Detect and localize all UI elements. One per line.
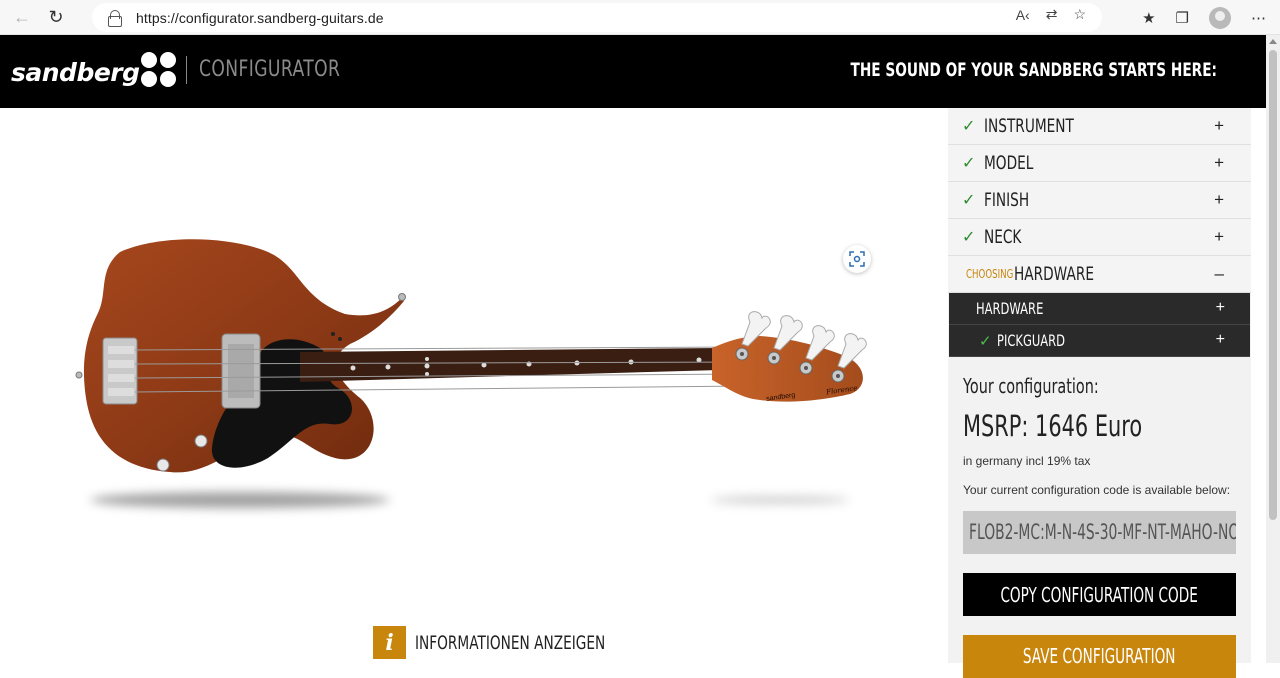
expand-plus-icon[interactable]: + — [1214, 190, 1224, 210]
collections-icon[interactable]: ❐ — [1176, 9, 1189, 27]
check-icon: ✓ — [979, 332, 992, 350]
expand-plus-icon[interactable]: + — [1214, 153, 1224, 173]
show-info-button[interactable]: i INFORMATIONEN ANZEIGEN — [373, 626, 679, 659]
url-text[interactable]: https://configurator.sandberg-guitars.de — [136, 10, 384, 26]
browser-toolbar: ← ↻ https://configurator.sandberg-guitar… — [0, 0, 1280, 35]
check-icon: ✓ — [962, 229, 976, 246]
info-icon[interactable]: i — [373, 626, 406, 659]
favorites-icon[interactable]: ★ — [1142, 9, 1155, 27]
profile-avatar[interactable] — [1209, 6, 1231, 29]
logo-dots-icon[interactable] — [141, 52, 177, 88]
zoom-icon — [849, 251, 865, 267]
read-aloud-icon[interactable]: A‹ — [1016, 7, 1030, 23]
substep-hardware[interactable]: HARDWARE + — [949, 293, 1250, 325]
save-config-button[interactable]: SAVE CONFIGURATION — [963, 635, 1236, 678]
logo-wordmark[interactable]: sandberg — [11, 58, 140, 87]
expand-plus-icon[interactable]: + — [1214, 227, 1224, 247]
address-bar[interactable]: https://configurator.sandberg-guitars.de — [92, 3, 1102, 32]
tax-note: in germany incl 19% tax — [963, 454, 1091, 468]
step-model[interactable]: ✓ MODEL + — [948, 145, 1251, 182]
step-status-badge: CHOOSING — [966, 267, 1014, 281]
config-code-value[interactable]: FLOB2-MC:M-N-4S-30-MF-NT-MAHO-NOT-I — [969, 520, 1236, 544]
zoom-button[interactable] — [843, 245, 871, 273]
save-config-label: SAVE CONFIGURATION — [1023, 644, 1176, 668]
step-label: NECK — [984, 226, 1022, 248]
back-arrow-icon[interactable]: ← — [6, 1, 38, 33]
app-name: CONFIGURATOR — [199, 57, 341, 82]
step-label: FINISH — [984, 189, 1030, 211]
lock-icon[interactable] — [108, 9, 122, 27]
step-finish[interactable]: ✓ FINISH + — [948, 182, 1251, 219]
step-hardware[interactable]: CHOOSING HARDWARE – — [948, 256, 1251, 293]
step-instrument[interactable]: ✓ INSTRUMENT + — [948, 108, 1251, 145]
step-label: MODEL — [984, 152, 1034, 174]
step-label: INSTRUMENT — [984, 115, 1074, 137]
scroll-thumb[interactable] — [1269, 50, 1277, 520]
translate-icon[interactable]: ⇄ — [1046, 6, 1058, 23]
scroll-up-icon[interactable] — [1269, 39, 1277, 44]
check-icon: ✓ — [962, 118, 976, 135]
copy-code-button[interactable]: COPY CONFIGURATION CODE — [963, 573, 1236, 616]
expand-plus-icon[interactable]: + — [1216, 299, 1225, 317]
browser-actions: ★ ❐ ⋯ — [1142, 0, 1266, 35]
summary-heading: Your configuration: — [963, 374, 1099, 398]
substep-pickguard[interactable]: ✓ PICKGUARD + — [949, 325, 1250, 357]
reload-icon[interactable]: ↻ — [40, 1, 72, 33]
step-neck[interactable]: ✓ NECK + — [948, 219, 1251, 256]
header-tagline: THE SOUND OF YOUR SANDBERG STARTS HERE: — [850, 59, 1217, 81]
show-info-label[interactable]: INFORMATIONEN ANZEIGEN — [415, 632, 605, 654]
copy-code-label: COPY CONFIGURATION CODE — [1000, 582, 1199, 607]
check-icon: ✓ — [962, 192, 976, 209]
add-favorite-icon[interactable]: ☆ — [1073, 6, 1086, 23]
substep-label: HARDWARE — [976, 299, 1044, 318]
page-scrollbar[interactable] — [1266, 35, 1280, 663]
substep-label: PICKGUARD — [997, 331, 1066, 350]
msrp-price: MSRP: 1646 Euro — [963, 409, 1143, 443]
check-icon: ✓ — [962, 155, 976, 172]
step-label: HARDWARE — [1014, 263, 1094, 285]
more-menu-icon[interactable]: ⋯ — [1251, 9, 1266, 27]
bass-guitar-image: sandberg Florence — [75, 239, 867, 508]
site-header: sandberg CONFIGURATOR THE SOUND OF YOUR … — [0, 35, 1266, 108]
code-note: Your current configuration code is avail… — [963, 483, 1231, 497]
config-code-field[interactable]: FLOB2-MC:M-N-4S-30-MF-NT-MAHO-NOT-I — [963, 511, 1236, 554]
config-sidebar: ✓ INSTRUMENT + ✓ MODEL + ✓ FINISH + ✓ NE… — [948, 108, 1251, 678]
collapse-minus-icon[interactable]: – — [1215, 264, 1224, 284]
address-actions: A‹ ⇄ ☆ — [1016, 0, 1086, 29]
product-stage: sandberg Florence i INFORMATIONEN ANZEIG… — [0, 108, 948, 663]
expand-plus-icon[interactable]: + — [1214, 116, 1224, 136]
logo-divider — [186, 56, 187, 84]
expand-plus-icon[interactable]: + — [1216, 331, 1225, 349]
